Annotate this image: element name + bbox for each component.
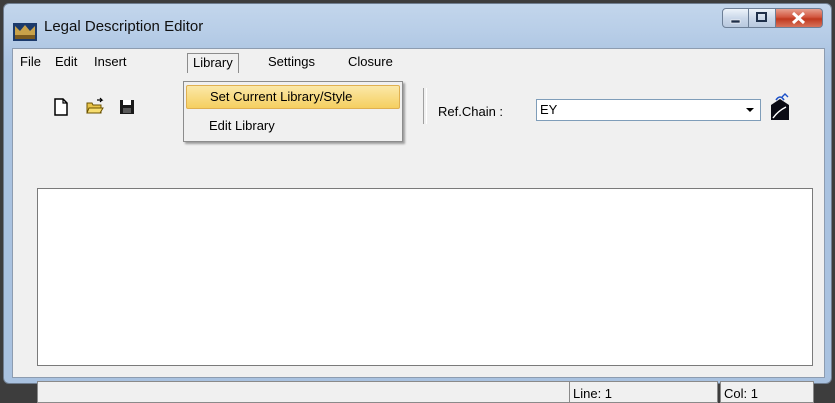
window-title: Legal Description Editor <box>44 18 204 35</box>
menu-file[interactable]: File <box>15 53 46 73</box>
new-document-icon[interactable] <box>51 97 71 117</box>
status-col-text: Col: 1 <box>724 386 758 401</box>
text-editor[interactable] <box>37 188 813 366</box>
status-line-text: Line: 1 <box>573 386 613 401</box>
menu-item-set-current-library-label: Set Current Library/Style <box>210 89 353 104</box>
minimize-button[interactable] <box>722 8 749 28</box>
menu-settings[interactable]: Settings <box>263 53 320 73</box>
client-area: File Edit Insert Library Settings Closur… <box>12 48 825 403</box>
save-disk-icon[interactable] <box>117 97 137 117</box>
menu-bar: File Edit Insert Library Settings Closur… <box>13 49 824 73</box>
menu-item-set-current-library[interactable]: Set Current Library/Style <box>186 85 400 109</box>
status-line: Line: 1 <box>569 381 718 403</box>
refchain-select[interactable]: EY <box>536 99 761 121</box>
minimize-icon <box>730 19 741 24</box>
close-icon <box>791 11 806 25</box>
refchain-label: Ref.Chain : <box>438 104 504 119</box>
library-dropdown-menu: Set Current Library/Style Edit Library <box>183 81 403 142</box>
app-logo-icon <box>13 23 37 41</box>
caption-buttons <box>722 8 823 30</box>
menu-edit[interactable]: Edit <box>50 53 82 73</box>
menu-item-edit-library[interactable]: Edit Library <box>186 115 400 139</box>
editor-window: Legal Description Editor File Edit Inser… <box>3 3 832 403</box>
refchain-value: EY <box>540 102 558 117</box>
menu-library[interactable]: Library <box>187 53 239 73</box>
menu-closure[interactable]: Closure <box>343 53 398 73</box>
close-button[interactable] <box>776 8 823 28</box>
menu-insert[interactable]: Insert <box>89 53 132 73</box>
menu-item-edit-library-label: Edit Library <box>209 118 275 133</box>
maximize-button[interactable] <box>749 8 776 28</box>
toolbar-separator <box>423 88 427 124</box>
status-col: Col: 1 <box>720 381 814 403</box>
chain-tool-icon[interactable] <box>768 93 792 121</box>
open-folder-icon[interactable] <box>85 97 105 117</box>
status-message <box>37 381 571 403</box>
chevron-down-icon[interactable] <box>741 101 759 119</box>
maximize-icon <box>756 12 767 22</box>
